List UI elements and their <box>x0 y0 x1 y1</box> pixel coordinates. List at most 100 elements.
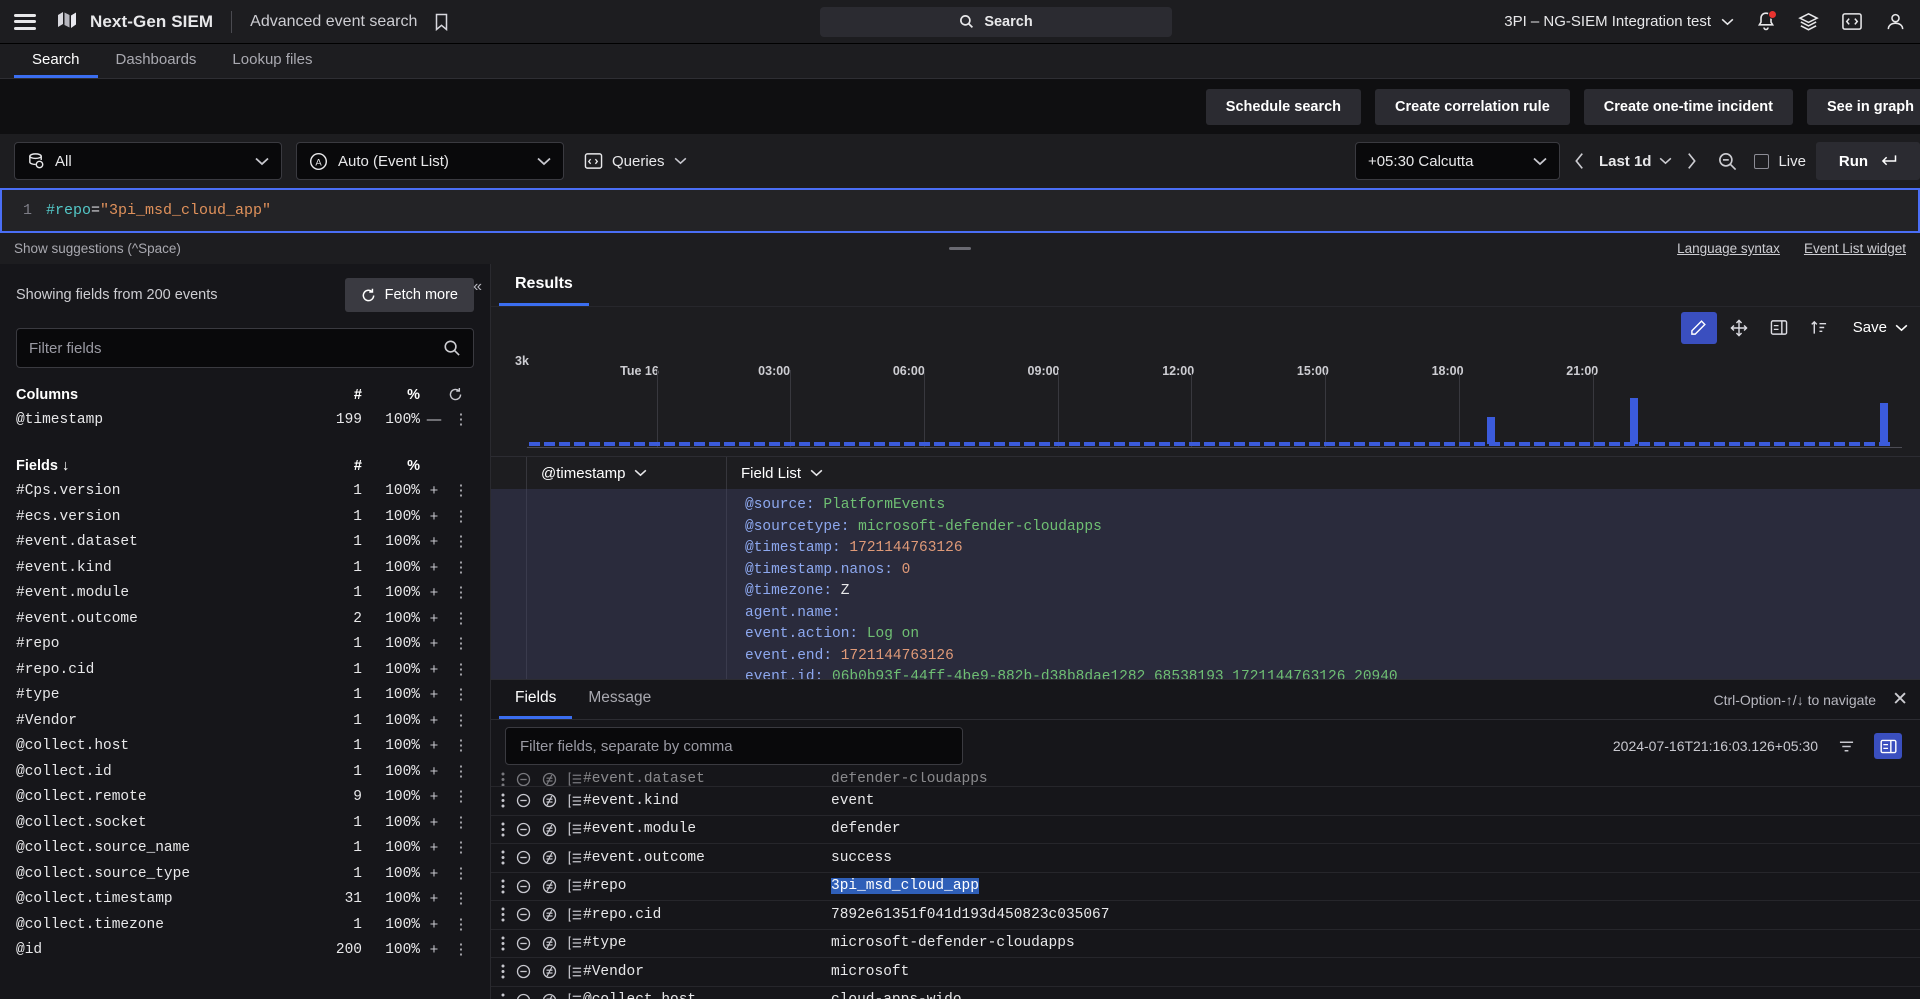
add-field-column-icon[interactable]: + <box>420 891 448 907</box>
show-list-icon[interactable] <box>568 936 583 950</box>
show-list-icon[interactable] <box>568 851 583 865</box>
action-create-correlation-rule-button[interactable]: Create correlation rule <box>1375 89 1570 125</box>
detail-field-value[interactable]: 7892e61351f041d193d450823c035067 <box>831 907 1109 923</box>
kebab-menu-icon[interactable]: ⋮ <box>448 611 474 627</box>
kebab-menu-icon[interactable] <box>501 964 505 979</box>
exclude-circle-icon[interactable] <box>516 964 531 979</box>
notifications-bell-icon[interactable] <box>1756 11 1776 32</box>
run-button[interactable]: Run <box>1816 142 1920 180</box>
sidebar-field-row[interactable]: @collect.source_name1100%+⋮ <box>0 836 490 862</box>
nav-tab-dashboards[interactable]: Dashboards <box>98 44 215 78</box>
kebab-menu-icon[interactable]: ⋮ <box>448 636 474 652</box>
sidebar-field-row[interactable]: #event.module1100%+⋮ <box>0 581 490 607</box>
filter-lines-icon[interactable] <box>1832 733 1860 759</box>
add-field-column-icon[interactable]: + <box>420 866 448 882</box>
detail-filter-input[interactable] <box>520 738 948 755</box>
chart-bar[interactable] <box>1487 417 1495 444</box>
detail-field-row[interactable]: #event.outcomesuccess <box>491 843 1920 872</box>
add-field-column-icon[interactable]: + <box>420 942 448 958</box>
column-header-field-list[interactable]: Field List <box>727 457 1920 489</box>
detail-tab-fields[interactable]: Fields <box>499 680 572 719</box>
nav-tab-lookup-files[interactable]: Lookup files <box>214 44 330 78</box>
action-see-in-graph-button[interactable]: See in graph <box>1807 89 1920 125</box>
detail-field-row[interactable]: #Vendormicrosoft <box>491 957 1920 986</box>
show-list-icon[interactable] <box>568 965 583 979</box>
detail-field-value[interactable]: event <box>831 793 875 809</box>
kebab-menu-icon[interactable]: ⋮ <box>448 738 474 754</box>
collapse-left-icon[interactable]: « <box>473 278 482 296</box>
chevron-left-icon[interactable] <box>1570 152 1589 170</box>
panel-right-icon[interactable] <box>1761 312 1797 344</box>
detail-field-row[interactable]: #repo3pi_msd_cloud_app <box>491 872 1920 901</box>
sidebar-field-row[interactable]: #event.kind1100%+⋮ <box>0 555 490 581</box>
detail-field-value[interactable]: 3pi_msd_cloud_app <box>831 878 979 894</box>
nav-tab-search[interactable]: Search <box>14 44 98 78</box>
sidebar-field-row[interactable]: @collect.id1100%+⋮ <box>0 759 490 785</box>
kebab-menu-icon[interactable] <box>501 793 505 808</box>
global-search-box[interactable]: Search <box>820 7 1172 37</box>
kebab-menu-icon[interactable]: ⋮ <box>448 687 474 703</box>
detail-field-value[interactable]: defender <box>831 821 901 837</box>
bookmark-icon[interactable] <box>433 13 450 31</box>
tab-results[interactable]: Results <box>499 264 589 306</box>
fields-header[interactable]: Fields ↓#% <box>0 453 490 479</box>
org-selector[interactable]: 3PI – NG-SIEM Integration test <box>1504 13 1734 30</box>
code-brackets-icon[interactable] <box>1841 11 1863 32</box>
add-field-column-icon[interactable]: + <box>420 662 448 678</box>
user-avatar-icon[interactable] <box>1885 11 1906 32</box>
sort-asc-icon[interactable] <box>1801 312 1837 344</box>
detail-field-value[interactable]: microsoft-defender-cloudapps <box>831 935 1075 951</box>
query-editor[interactable]: 1 #repo = "3pi_msd_cloud_app" <box>0 188 1920 233</box>
panel-right-icon[interactable] <box>1874 733 1902 759</box>
close-x-icon[interactable]: ✕ <box>1892 688 1908 711</box>
sidebar-field-row[interactable]: @collect.timezone1100%+⋮ <box>0 912 490 938</box>
view-mode-selector[interactable]: A Auto (Event List) <box>296 142 564 180</box>
kebab-menu-icon[interactable]: ⋮ <box>448 764 474 780</box>
action-schedule-search-button[interactable]: Schedule search <box>1206 89 1361 125</box>
kebab-menu-icon[interactable]: ⋮ <box>448 917 474 933</box>
chevron-right-icon[interactable] <box>1682 152 1701 170</box>
kebab-menu-icon[interactable]: ⋮ <box>448 412 474 428</box>
show-list-icon[interactable] <box>568 993 583 999</box>
sidebar-field-row[interactable]: @collect.socket1100%+⋮ <box>0 810 490 836</box>
kebab-menu-icon[interactable]: ⋮ <box>448 891 474 907</box>
kebab-menu-icon[interactable] <box>501 936 505 951</box>
sidebar-field-row[interactable]: #type1100%+⋮ <box>0 683 490 709</box>
not-equal-circle-icon[interactable] <box>542 850 557 865</box>
show-list-icon[interactable] <box>568 794 583 808</box>
chart-bar[interactable] <box>1880 403 1888 444</box>
live-checkbox[interactable] <box>1754 154 1769 169</box>
exclude-circle-icon[interactable] <box>516 993 531 999</box>
kebab-menu-icon[interactable]: ⋮ <box>448 815 474 831</box>
sidebar-field-row[interactable]: #event.dataset1100%+⋮ <box>0 530 490 556</box>
kebab-menu-icon[interactable]: ⋮ <box>448 713 474 729</box>
live-toggle[interactable]: Live <box>1754 153 1806 170</box>
language-syntax-link[interactable]: Language syntax <box>1677 241 1780 256</box>
sidebar-field-row[interactable]: @collect.timestamp31100%+⋮ <box>0 887 490 913</box>
kebab-menu-icon[interactable] <box>501 822 505 837</box>
repository-selector[interactable]: All <box>14 142 282 180</box>
sidebar-field-row[interactable]: #Cps.version1100%+⋮ <box>0 479 490 505</box>
search-icon[interactable] <box>443 339 461 357</box>
kebab-menu-icon[interactable]: ⋮ <box>448 560 474 576</box>
detail-field-value[interactable]: microsoft <box>831 964 909 980</box>
sidebar-field-row[interactable]: #repo1100%+⋮ <box>0 632 490 658</box>
remove-column-icon[interactable]: — <box>420 412 448 428</box>
exclude-circle-icon[interactable] <box>516 793 531 808</box>
detail-field-row[interactable]: #event.moduledefender <box>491 815 1920 844</box>
sidebar-field-row[interactable]: #Vendor1100%+⋮ <box>0 708 490 734</box>
layers-icon[interactable] <box>1798 11 1819 32</box>
add-field-column-icon[interactable]: + <box>420 917 448 933</box>
not-equal-circle-icon[interactable] <box>542 993 557 999</box>
sidebar-field-row[interactable]: @collect.remote9100%+⋮ <box>0 785 490 811</box>
kebab-menu-icon[interactable] <box>501 879 505 894</box>
add-field-column-icon[interactable]: + <box>420 560 448 576</box>
not-equal-circle-icon[interactable] <box>542 772 557 786</box>
add-field-column-icon[interactable]: + <box>420 483 448 499</box>
fetch-more-button[interactable]: Fetch more <box>345 278 474 312</box>
not-equal-circle-icon[interactable] <box>542 964 557 979</box>
timezone-selector[interactable]: +05:30 Calcutta <box>1355 142 1560 180</box>
detail-filter-box[interactable] <box>505 727 963 765</box>
add-field-column-icon[interactable]: + <box>420 713 448 729</box>
sidebar-field-row[interactable]: @collect.host1100%+⋮ <box>0 734 490 760</box>
